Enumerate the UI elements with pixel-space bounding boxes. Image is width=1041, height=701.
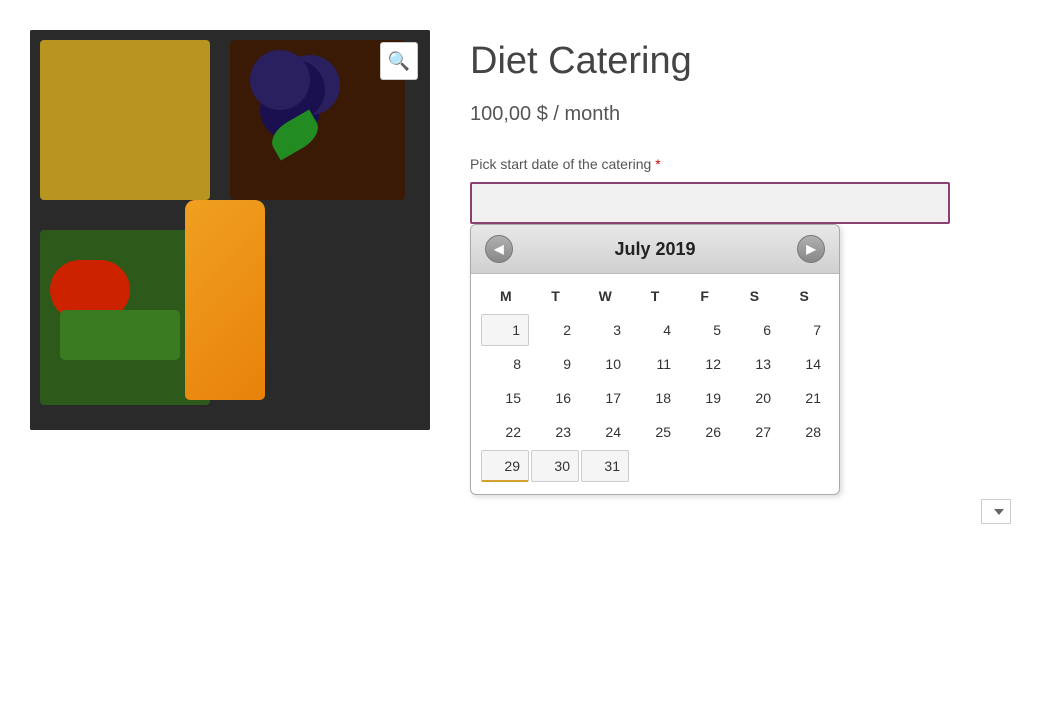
food-item-bottle bbox=[185, 200, 265, 400]
calendar-day-6[interactable]: 6 bbox=[731, 314, 779, 346]
weekday-mon: M bbox=[481, 282, 531, 310]
calendar-next-button[interactable]: ▶ bbox=[797, 235, 825, 263]
calendar-day-10[interactable]: 10 bbox=[581, 348, 629, 380]
product-title: Diet Catering bbox=[470, 40, 1011, 83]
calendar-day-5[interactable]: 5 bbox=[681, 314, 729, 346]
dropdown-select[interactable] bbox=[981, 499, 1011, 524]
calendar-day-23[interactable]: 23 bbox=[531, 416, 579, 448]
weekday-sun: S bbox=[779, 282, 829, 310]
required-indicator: * bbox=[651, 156, 660, 172]
calendar-day-4[interactable]: 4 bbox=[631, 314, 679, 346]
calendar-day-12[interactable]: 12 bbox=[681, 348, 729, 380]
weekday-sat: S bbox=[730, 282, 780, 310]
calendar-day-8[interactable]: 8 bbox=[481, 348, 529, 380]
page-container: 🔍 Diet Catering 100,00 $ / month Pick st… bbox=[30, 30, 1011, 524]
calendar-day-1[interactable]: 1 bbox=[481, 314, 529, 346]
calendar-days: 1 2 3 4 5 6 7 8 9 10 11 12 13 14 15 bbox=[481, 314, 829, 482]
calendar-day-11[interactable]: 11 bbox=[631, 348, 679, 380]
weekday-wed: W bbox=[580, 282, 630, 310]
calendar-day-15[interactable]: 15 bbox=[481, 382, 529, 414]
calendar-day-7[interactable]: 7 bbox=[781, 314, 829, 346]
calendar-weekdays: M T W T F S S bbox=[481, 282, 829, 310]
food-background bbox=[30, 30, 430, 430]
calendar-day-empty-1 bbox=[631, 450, 679, 482]
calendar-grid: M T W T F S S 1 2 3 4 5 6 7 bbox=[471, 274, 839, 494]
weekday-tue: T bbox=[531, 282, 581, 310]
calendar-day-2[interactable]: 2 bbox=[531, 314, 579, 346]
food-item-greens bbox=[60, 310, 180, 360]
calendar-day-21[interactable]: 21 bbox=[781, 382, 829, 414]
calendar-header: ◀ July 2019 ▶ bbox=[471, 225, 839, 274]
food-item-blueberries bbox=[250, 50, 310, 110]
product-price: 100,00 $ / month bbox=[470, 103, 1011, 126]
product-image bbox=[30, 30, 430, 430]
calendar-day-19[interactable]: 19 bbox=[681, 382, 729, 414]
calendar-day-25[interactable]: 25 bbox=[631, 416, 679, 448]
product-info-section: Diet Catering 100,00 $ / month Pick star… bbox=[470, 30, 1011, 524]
calendar-day-13[interactable]: 13 bbox=[731, 348, 779, 380]
calendar-day-9[interactable]: 9 bbox=[531, 348, 579, 380]
calendar-day-3[interactable]: 3 bbox=[581, 314, 629, 346]
calendar: ◀ July 2019 ▶ M T W T F S S 1 2 bbox=[470, 224, 840, 495]
calendar-day-20[interactable]: 20 bbox=[731, 382, 779, 414]
calendar-day-empty-4 bbox=[781, 450, 829, 482]
calendar-day-24[interactable]: 24 bbox=[581, 416, 629, 448]
date-picker-label: Pick start date of the catering bbox=[470, 156, 651, 172]
dropdown-row bbox=[470, 499, 1011, 524]
calendar-day-30[interactable]: 30 bbox=[531, 450, 579, 482]
calendar-day-empty-3 bbox=[731, 450, 779, 482]
calendar-day-14[interactable]: 14 bbox=[781, 348, 829, 380]
product-image-section: 🔍 bbox=[30, 30, 430, 430]
calendar-prev-button[interactable]: ◀ bbox=[485, 235, 513, 263]
calendar-month-year: July 2019 bbox=[614, 239, 695, 260]
calendar-day-18[interactable]: 18 bbox=[631, 382, 679, 414]
weekday-thu: T bbox=[630, 282, 680, 310]
calendar-day-31[interactable]: 31 bbox=[581, 450, 629, 482]
date-input[interactable] bbox=[470, 182, 950, 224]
calendar-day-22[interactable]: 22 bbox=[481, 416, 529, 448]
zoom-button[interactable]: 🔍 bbox=[380, 42, 418, 80]
calendar-day-empty-2 bbox=[681, 450, 729, 482]
weekday-fri: F bbox=[680, 282, 730, 310]
calendar-day-28[interactable]: 28 bbox=[781, 416, 829, 448]
calendar-day-29[interactable]: 29 bbox=[481, 450, 529, 482]
calendar-day-16[interactable]: 16 bbox=[531, 382, 579, 414]
calendar-day-17[interactable]: 17 bbox=[581, 382, 629, 414]
calendar-day-26[interactable]: 26 bbox=[681, 416, 729, 448]
calendar-day-27[interactable]: 27 bbox=[731, 416, 779, 448]
food-item-rice bbox=[40, 40, 210, 200]
